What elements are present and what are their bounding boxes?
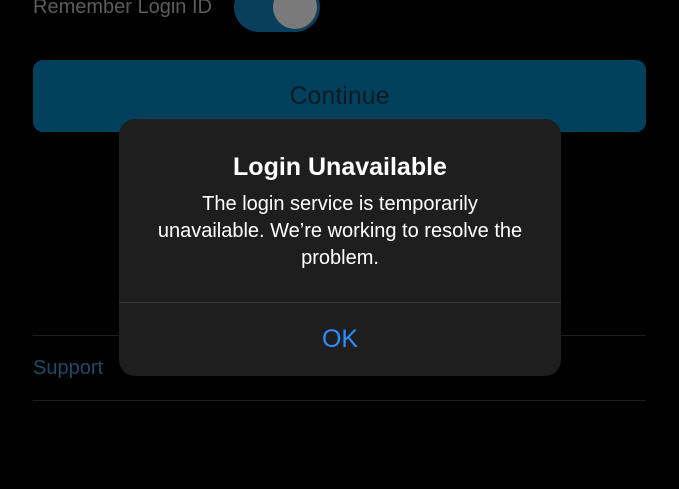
remember-login-id-label: Remember Login ID bbox=[33, 0, 212, 18]
divider bbox=[33, 400, 646, 401]
alert-ok-label: OK bbox=[321, 325, 359, 353]
remember-login-id-toggle[interactable] bbox=[234, 0, 320, 32]
login-screen: Remember Login ID Continue Support Login… bbox=[0, 0, 679, 489]
support-link[interactable]: Support bbox=[33, 357, 103, 380]
toggle-knob bbox=[273, 0, 317, 29]
alert-message: The login service is temporarily unavail… bbox=[157, 193, 523, 269]
login-unavailable-alert: Login Unavailable The login service is t… bbox=[119, 119, 561, 376]
alert-ok-button[interactable]: OK bbox=[119, 303, 561, 376]
alert-title: Login Unavailable bbox=[233, 153, 447, 181]
continue-button-label: Continue bbox=[289, 82, 390, 110]
